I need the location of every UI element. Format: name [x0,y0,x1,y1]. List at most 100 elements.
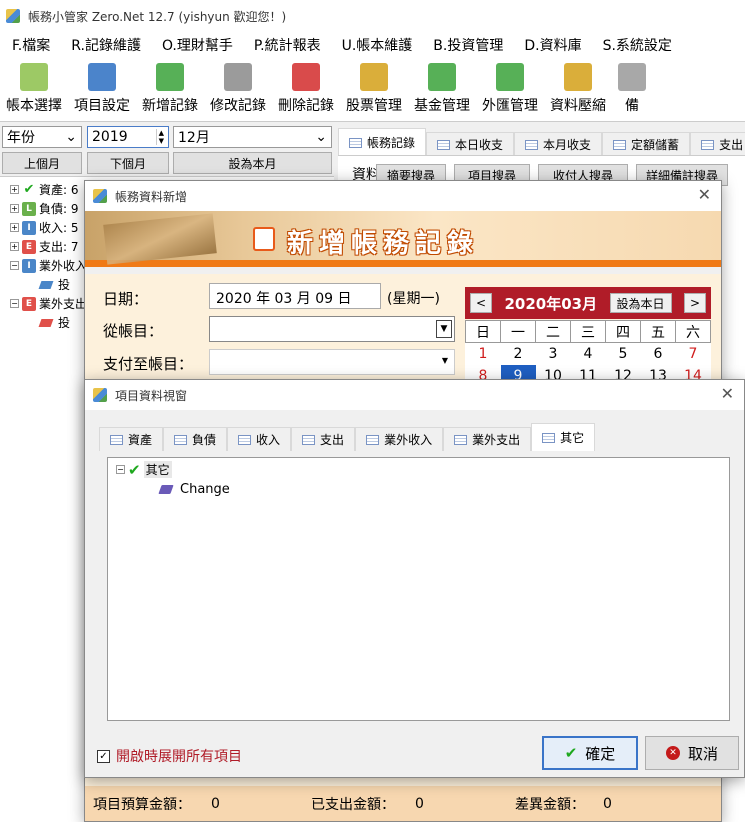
menu-item[interactable]: F.檔案 [0,35,59,55]
toolbar-button[interactable]: 新增記錄 [136,58,204,121]
day-cell[interactable]: 5 [606,343,641,365]
item-tab[interactable]: 其它 [531,423,596,451]
table-icon [238,434,252,445]
toolbar-button[interactable]: 股票管理 [340,58,408,121]
month-select[interactable]: 12月 ⌄ [173,126,332,148]
table-icon [110,434,123,445]
close-icon[interactable]: ✕ [698,185,711,204]
backup-icon [618,63,646,91]
to-account-select[interactable]: ▼ [209,349,455,375]
from-account-select[interactable]: ▼ [209,316,455,342]
date-label: 日期： [103,290,149,308]
main-tabs: 帳務記錄 本日收支 本月收支 定額儲蓄 支出 [338,126,745,156]
calendar-today-button[interactable]: 設為本日 [609,293,672,313]
collapse-icon[interactable]: − [116,465,125,474]
main-tab[interactable]: 本月收支 [514,132,603,156]
banner-title: 新增帳務記錄 [287,229,480,259]
day-cell[interactable]: 3 [536,343,571,365]
toolbar-button[interactable]: 刪除記錄 [272,58,340,121]
expand-icon[interactable]: + [10,242,19,251]
day-cell[interactable]: 1 [466,343,501,365]
weekday-cell: 五 [640,320,676,343]
day-cell[interactable]: 2 [501,343,536,365]
toolbar-button[interactable]: 修改記錄 [204,58,272,121]
expand-icon[interactable]: + [10,185,19,194]
tree-label: 支出: 7 [39,239,79,254]
record-banner: 新增帳務記錄 [85,211,721,267]
date-input[interactable]: 2020 年 03 月 09 日 [209,283,381,309]
spin-icon[interactable]: ▲ ▼ [155,129,164,145]
period-type-value: 年份 [7,130,35,146]
category-icon: L [22,201,36,216]
calendar-prev-button[interactable]: < [470,293,492,313]
diff-label: 差異金額： [515,796,585,813]
menu-item[interactable]: S.系統設定 [591,35,681,55]
tree-root-item[interactable]: − ✔ 其它 [116,460,172,479]
spent-label: 已支出金額： [311,796,395,813]
menu-item[interactable]: D.資料庫 [512,35,590,55]
toolbar-button[interactable]: 項目設定 [68,58,136,121]
cancel-icon: ✕ [665,746,680,760]
menu-item[interactable]: U.帳本維護 [330,35,422,55]
expand-icon[interactable]: + [10,204,19,213]
compress-icon [564,63,592,91]
item-tabs: 資產 負債 收入 支出 業外收入 業外支出 其它 [99,421,596,451]
year-value: 2019 [92,129,128,145]
check-icon: ✔ [564,744,578,762]
year-spinner[interactable]: 2019 ▲ ▼ [87,126,169,148]
menu-item[interactable]: B.投資管理 [421,35,512,55]
main-tab[interactable]: 本日收支 [426,132,515,156]
window-title: 帳務小管家 Zero.Net 12.7 (yishyun 歡迎您！) [28,9,287,24]
dialog-icon [93,189,107,203]
item-tab[interactable]: 業外收入 [355,427,444,451]
period-type-select[interactable]: 年份 ⌄ [2,126,82,148]
to-account-label: 支付至帳目： [103,355,194,373]
money-icon [103,213,217,265]
check-icon: ✔ [128,460,141,479]
item-tab[interactable]: 收入 [227,427,292,451]
toolbar-button[interactable]: 備 [612,58,652,121]
toolbar-button[interactable]: 基金管理 [408,58,476,121]
main-tab[interactable]: 支出 [690,132,745,156]
category-icon: E [22,296,36,311]
main-tab[interactable]: 帳務記錄 [338,128,427,156]
toolbar-button[interactable]: 帳本選擇 [0,58,68,121]
menu-item[interactable]: P.統計報表 [242,35,330,55]
weekday-cell: 二 [535,320,571,343]
tree-child-item[interactable]: Change [158,480,230,499]
expand-icon[interactable]: − [10,261,19,270]
prev-month-button[interactable]: 上個月 [2,152,82,174]
tree-label: 收入: 5 [39,220,79,235]
item-tab[interactable]: 支出 [291,427,356,451]
cancel-button[interactable]: ✕ 取消 [645,736,739,770]
checkbox-icon[interactable]: ✓ [97,749,110,763]
menu-item[interactable]: R.記錄維護 [59,35,150,55]
toolbar-button[interactable]: 資料壓縮 [544,58,612,121]
next-month-button[interactable]: 下個月 [87,152,169,174]
close-icon[interactable]: ✕ [721,384,734,403]
toolbar-button[interactable]: 外匯管理 [476,58,544,121]
title-bar: 帳務小管家 Zero.Net 12.7 (yishyun 歡迎您！) [0,0,745,32]
budget-value: 0 [211,795,220,812]
record-dialog-titlebar: 帳務資料新增 ✕ [85,181,721,211]
item-tab[interactable]: 負債 [163,427,228,451]
toolbar-label: 項目設定 [74,98,130,114]
expand-icon[interactable]: + [10,223,19,232]
item-tab[interactable]: 業外支出 [443,427,532,451]
expand-icon[interactable]: − [10,299,19,308]
calendar-next-button[interactable]: > [683,293,706,313]
item-tab[interactable]: 資產 [99,427,164,451]
calendar-month: 2020年03月 [504,294,598,313]
budget-label: 項目預算金額： [93,796,191,813]
delete-icon [292,63,320,91]
ok-button[interactable]: ✔ 確定 [542,736,638,770]
expand-all-checkbox[interactable]: ✓ 開啟時展開所有項目 [97,746,242,766]
day-cell[interactable]: 4 [571,343,606,365]
add-icon [156,63,184,91]
day-cell[interactable]: 7 [676,343,711,365]
day-cell[interactable]: 6 [641,343,676,365]
menu-item[interactable]: O.理財幫手 [150,35,242,55]
main-tab[interactable]: 定額儲蓄 [602,132,691,156]
set-current-month-button[interactable]: 設為本月 [173,152,332,174]
dropdown-arrow-icon: ▼ [441,356,448,365]
